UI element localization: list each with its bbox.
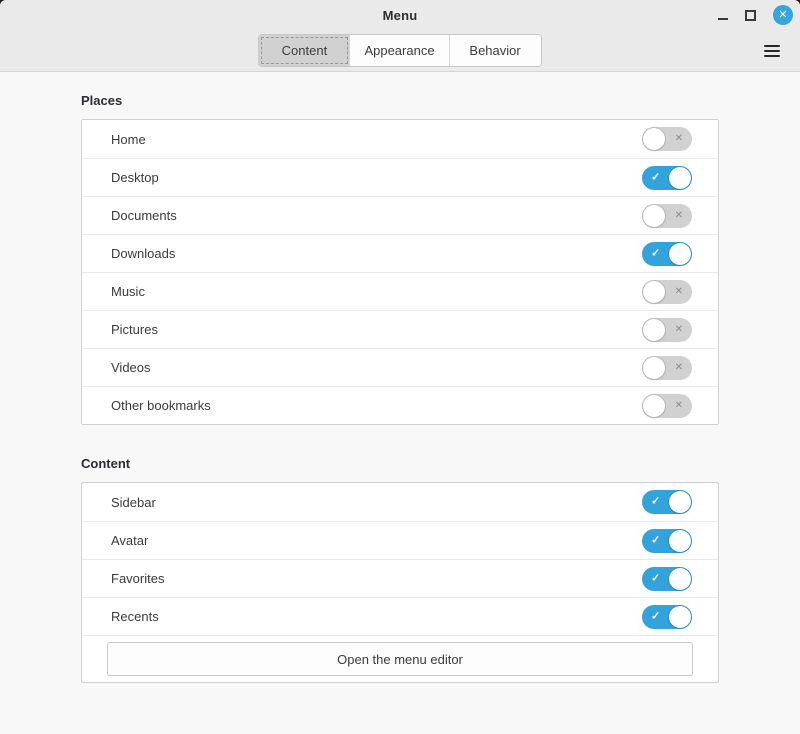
menu-settings-window: Menu ✕ ContentAppearanceBehavior [0,0,800,734]
toggle-switch-home[interactable]: ✕ [642,127,692,151]
titlebar[interactable]: Menu ✕ [0,0,800,30]
tab-content[interactable]: Content [259,35,350,66]
cross-icon: ✕ [675,363,683,373]
row-label: Documents [111,208,642,223]
tab-behavior[interactable]: Behavior [450,35,541,66]
check-icon: ✓ [651,611,660,622]
settings-list-places: Home✕Desktop✓Documents✕Downloads✓Music✕P… [81,119,719,425]
toggle-switch-recents[interactable]: ✓ [642,605,692,629]
toggle-knob [643,319,665,341]
section-title-content: Content [81,456,719,471]
window-header: Menu ✕ ContentAppearanceBehavior [0,0,800,72]
check-icon: ✓ [651,248,660,259]
list-item-desktop: Desktop ✓ [82,158,718,196]
row-label: Desktop [111,170,642,185]
toolbar: ContentAppearanceBehavior [0,30,800,71]
row-label: Home [111,132,642,147]
list-item-documents: Documents ✕ [82,196,718,234]
list-item-home: Home ✕ [82,120,718,158]
toggle-switch-pictures[interactable]: ✕ [642,318,692,342]
check-icon: ✓ [651,573,660,584]
list-item-downloads: Downloads ✓ [82,234,718,272]
list-item-videos: Videos ✕ [82,348,718,386]
row-label: Videos [111,360,642,375]
check-icon: ✓ [651,497,660,508]
row-label: Pictures [111,322,642,337]
list-item-other-bookmarks: Other bookmarks ✕ [82,386,718,424]
close-icon: ✕ [778,10,787,21]
row-label: Downloads [111,246,642,261]
toggle-switch-sidebar[interactable]: ✓ [642,490,692,514]
toggle-knob [669,243,691,265]
minimize-icon [718,18,728,20]
close-button[interactable]: ✕ [773,5,793,25]
list-item-music: Music ✕ [82,272,718,310]
toggle-knob [643,281,665,303]
list-item-pictures: Pictures ✕ [82,310,718,348]
toggle-switch-music[interactable]: ✕ [642,280,692,304]
settings-list-content: Sidebar ✓ Avatar ✓ Favorites ✓ Recents ✓ Open th… [81,482,719,683]
cross-icon: ✕ [675,401,683,411]
toggle-knob [669,606,691,628]
toggle-switch-avatar[interactable]: ✓ [642,529,692,553]
toggle-switch-documents[interactable]: ✕ [642,204,692,228]
check-icon: ✓ [651,172,660,183]
settings-content: Places Home ✕ Desktop ✓ Documents ✕ Downloads ✓ M… [0,93,800,683]
open-menu-editor-button[interactable]: Open the menu editor [107,642,693,676]
row-label: Other bookmarks [111,398,642,413]
tab-group: ContentAppearanceBehavior [258,34,541,67]
toggle-switch-other-bookmarks[interactable]: ✕ [642,394,692,418]
toggle-knob [643,395,665,417]
row-label: Avatar [111,533,642,548]
toggle-knob [669,491,691,513]
toggle-knob [669,167,691,189]
toggle-knob [643,357,665,379]
hamburger-menu-button[interactable] [760,41,784,61]
cross-icon: ✕ [675,134,683,144]
window-title: Menu [0,0,800,30]
row-label: Favorites [111,571,642,586]
toggle-switch-downloads[interactable]: ✓ [642,242,692,266]
list-item-avatar: Avatar ✓ [82,521,718,559]
cross-icon: ✕ [675,287,683,297]
toggle-knob [669,530,691,552]
list-item-favorites: Favorites ✓ [82,559,718,597]
toggle-switch-videos[interactable]: ✕ [642,356,692,380]
button-row: Open the menu editor [82,635,718,682]
toggle-switch-desktop[interactable]: ✓ [642,166,692,190]
row-label: Music [111,284,642,299]
toggle-knob [669,568,691,590]
toggle-switch-favorites[interactable]: ✓ [642,567,692,591]
toggle-knob [643,205,665,227]
window-controls: ✕ [718,0,793,30]
row-label: Recents [111,609,642,624]
minimize-button[interactable] [718,11,728,20]
list-item-sidebar: Sidebar ✓ [82,483,718,521]
list-item-recents: Recents ✓ [82,597,718,635]
section-title-places: Places [81,93,719,108]
toggle-knob [643,128,665,150]
cross-icon: ✕ [675,325,683,335]
tab-appearance[interactable]: Appearance [350,35,449,66]
hamburger-icon [764,45,780,47]
check-icon: ✓ [651,535,660,546]
row-label: Sidebar [111,495,642,510]
maximize-icon [745,10,756,21]
cross-icon: ✕ [675,211,683,221]
maximize-button[interactable] [745,10,756,21]
